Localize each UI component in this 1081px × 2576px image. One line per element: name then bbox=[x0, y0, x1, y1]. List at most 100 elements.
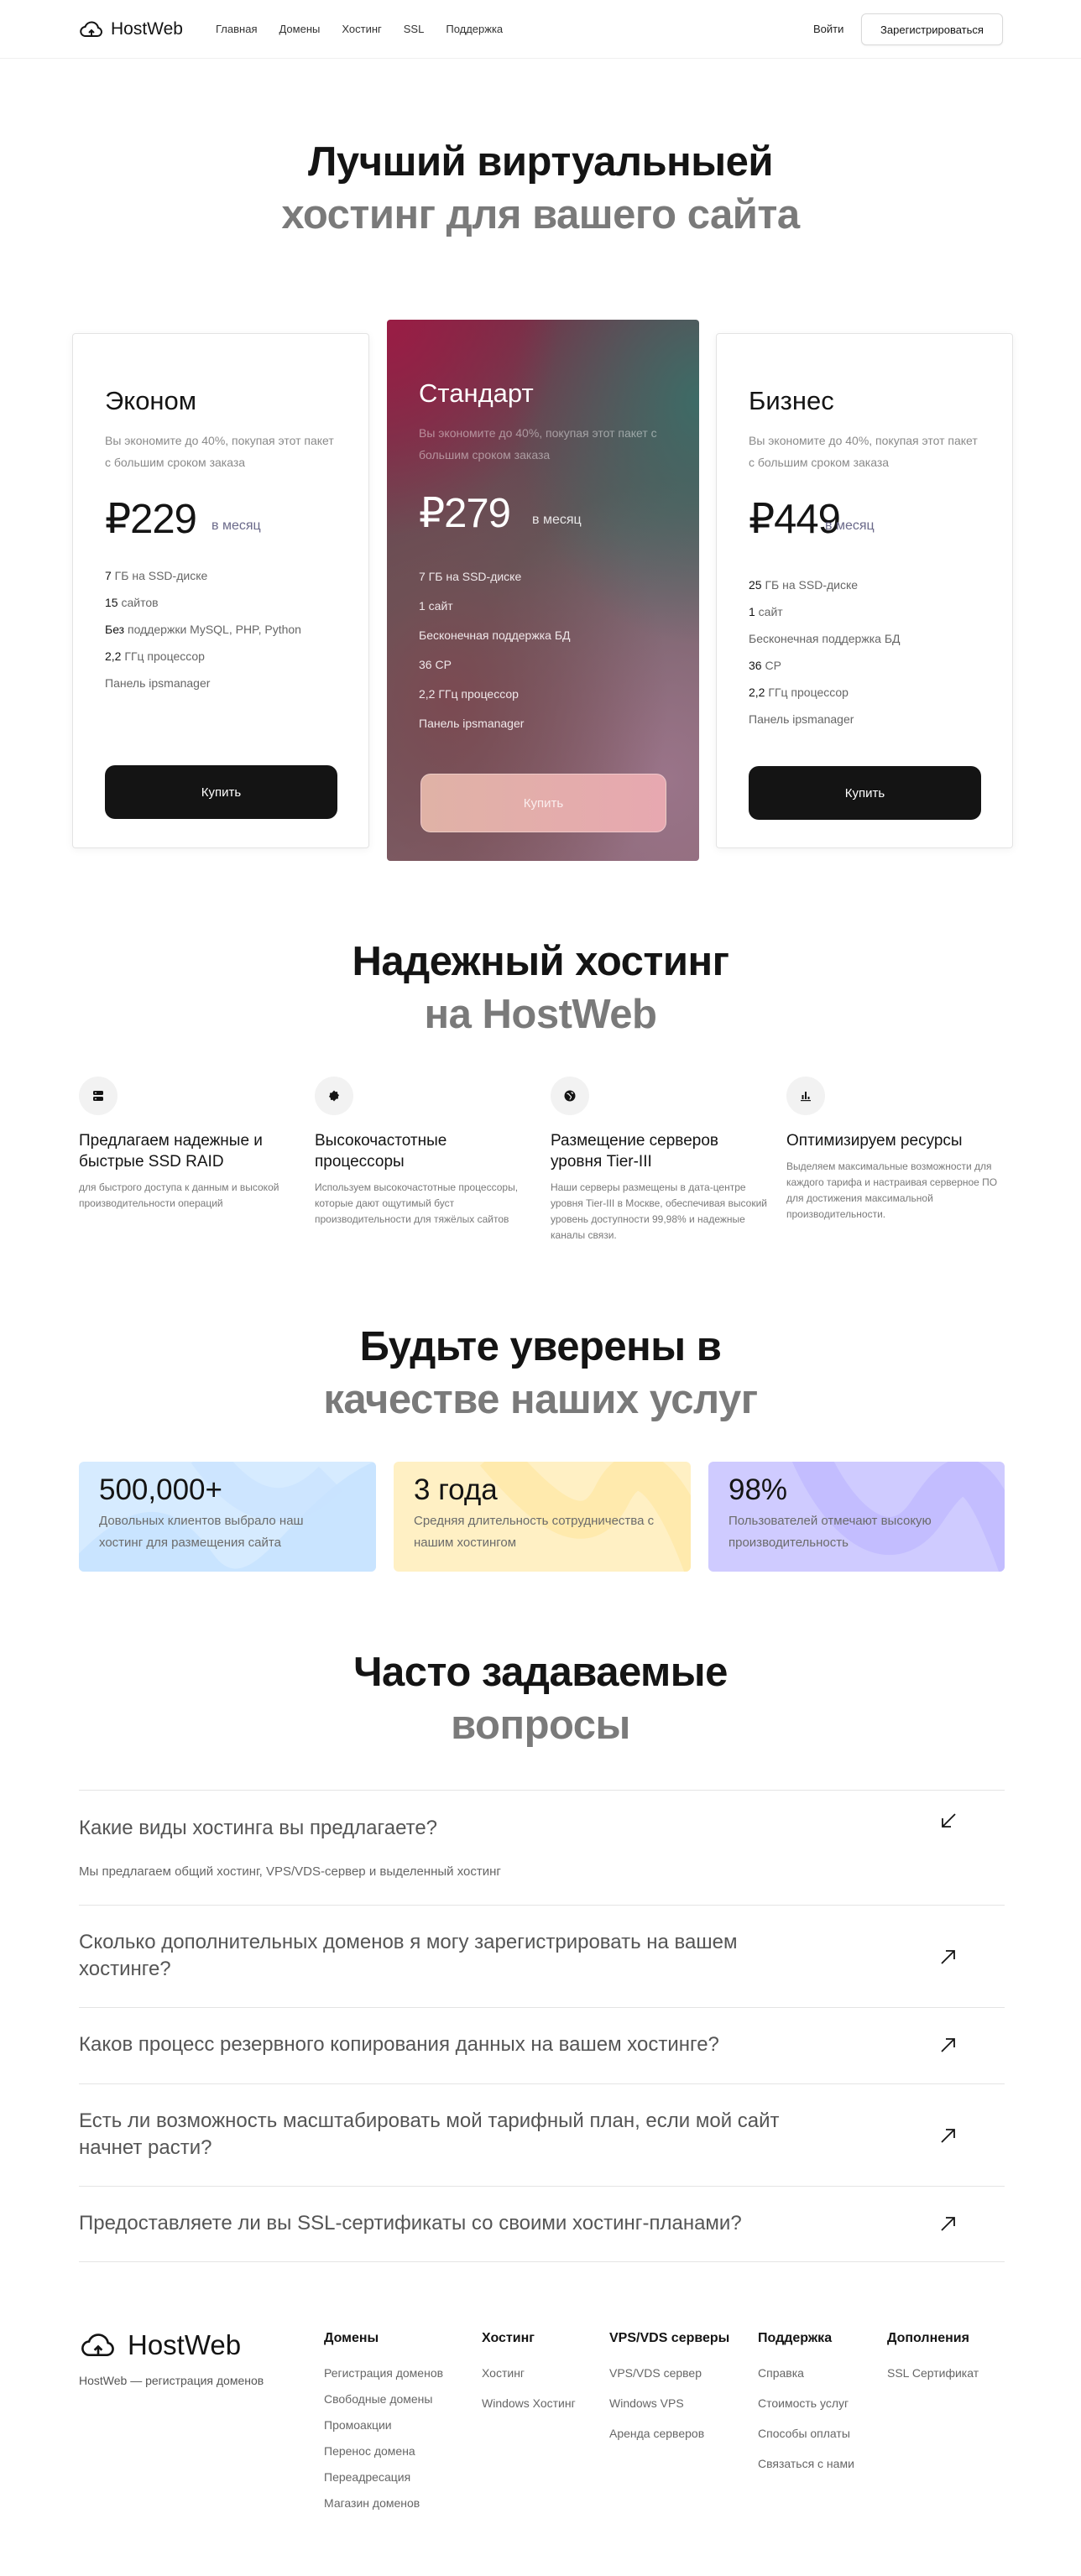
feature-text: Используем высокочастотные процессоры, к… bbox=[315, 1181, 519, 1225]
signup-button[interactable]: Зарегистрироваться bbox=[861, 13, 1003, 45]
plan-features: 25 ГБ на SSD-диске 1 сайт Бесконечная по… bbox=[749, 571, 901, 733]
faq-question[interactable]: Каков процесс резервного копирования дан… bbox=[79, 2031, 834, 2058]
footer-link[interactable]: Переадресация bbox=[324, 2467, 443, 2493]
plan-desc: Вы экономите до 40%, покупая этот пакет … bbox=[749, 434, 978, 469]
buy-button[interactable]: Купить bbox=[105, 765, 337, 819]
feature-ssd: Предлагаем надежные и быстрые SSD RAID д… bbox=[79, 1077, 297, 1212]
plan-feature: 15 сайтов bbox=[105, 596, 159, 609]
quality-title-line2: качестве наших услуг bbox=[323, 1377, 758, 1422]
feature-tier3: Размещение серверов уровня Tier-III Наши… bbox=[551, 1077, 769, 1244]
nav-item-ssl[interactable]: SSL bbox=[404, 23, 425, 35]
faq-divider bbox=[79, 2261, 1005, 2262]
faq-item[interactable]: Предоставляете ли вы SSL-сертификаты со … bbox=[79, 2186, 1005, 2261]
stat-value: 98% bbox=[728, 1473, 788, 1506]
arrow-up-right-icon[interactable] bbox=[939, 2126, 958, 2145]
plan-features: 7 ГБ на SSD-диске 1 сайт Бесконечная под… bbox=[419, 562, 571, 738]
footer-col-title: Домены bbox=[324, 2331, 379, 2345]
plan-card-business: Бизнес Вы экономите до 40%, покупая этот… bbox=[716, 333, 1013, 848]
footer-link[interactable]: Стоимость услуг bbox=[758, 2393, 854, 2423]
reliable-title-line2: на HostWeb bbox=[424, 992, 657, 1037]
arrow-up-right-icon[interactable] bbox=[939, 2214, 958, 2233]
stat-value: 500,000+ bbox=[99, 1473, 222, 1506]
footer-link[interactable]: Справка bbox=[758, 2363, 854, 2393]
footer-link[interactable]: Промоакции bbox=[324, 2415, 443, 2441]
nav-item-domains[interactable]: Домены bbox=[279, 23, 320, 35]
plan-feature: 36 CP bbox=[419, 658, 452, 671]
login-link[interactable]: Войти bbox=[813, 23, 843, 35]
hero-title: Лучший виртуальныей хостинг для вашего с… bbox=[0, 136, 1081, 242]
faq-item[interactable]: Сколько дополнительных доменов я могу за… bbox=[79, 1905, 1005, 2007]
plan-name: Эконом bbox=[105, 386, 197, 415]
server-icon bbox=[93, 1091, 103, 1101]
plan-feature: Без поддержки MySQL, PHP, Python bbox=[105, 623, 301, 636]
faq-title: Часто задаваемые вопросы bbox=[0, 1646, 1081, 1752]
faq-question[interactable]: Есть ли возможность масштабировать мой т… bbox=[79, 2108, 834, 2161]
feature-title: Размещение серверов уровня Tier-III bbox=[551, 1132, 718, 1171]
feature-title: Оптимизируем ресурсы bbox=[786, 1132, 963, 1150]
faq-item[interactable]: Каков процесс резервного копирования дан… bbox=[79, 2007, 1005, 2083]
plan-feature: Панель ipsmanager bbox=[749, 712, 854, 726]
footer-col-addons: Дополнения SSL Сертификат bbox=[887, 2331, 979, 2389]
logo[interactable]: HostWeb bbox=[79, 18, 183, 40]
feature-title: Предлагаем надежные и быстрые SSD RAID bbox=[79, 1132, 263, 1171]
feature-cpu: Высокочастотные процессоры Используем вы… bbox=[315, 1077, 533, 1228]
arrow-up-right-icon[interactable] bbox=[939, 2036, 958, 2054]
plan-period: в месяц bbox=[532, 513, 582, 527]
arrow-down-left-icon[interactable] bbox=[939, 1812, 958, 1830]
footer-link[interactable]: Windows VPS bbox=[609, 2393, 729, 2423]
footer-col-title: Дополнения bbox=[887, 2331, 969, 2345]
footer-link[interactable]: VPS/VDS сервер bbox=[609, 2363, 729, 2393]
faq-item-open[interactable]: Какие виды хостинга вы предлагаете? Мы п… bbox=[79, 1790, 1005, 1905]
faq-question[interactable]: Сколько дополнительных доменов я могу за… bbox=[79, 1929, 834, 1983]
site-header: HostWeb Главная Домены Хостинг SSL Подде… bbox=[0, 0, 1081, 59]
plan-feature: 2,2 ГГц процессор bbox=[749, 686, 849, 699]
buy-button[interactable]: Купить bbox=[420, 774, 666, 832]
plan-feature: 2,2 ГГц процессор bbox=[419, 687, 519, 701]
plan-name: Стандарт bbox=[419, 378, 534, 408]
stat-card-years: 3 года Средняя длительность сотрудничест… bbox=[394, 1462, 691, 1572]
footer-col-hosting: Хостинг Хостинг Windows Хостинг bbox=[482, 2331, 576, 2423]
footer-link[interactable]: Хостинг bbox=[482, 2363, 576, 2393]
brand-name: HostWeb bbox=[111, 19, 183, 39]
plan-desc: Вы экономите до 40%, покупая этот пакет … bbox=[419, 426, 657, 461]
footer-tagline: HostWeb — регистрация доменов bbox=[79, 2374, 264, 2387]
plan-feature: Бесконечная поддержка БД bbox=[749, 632, 901, 645]
plan-name: Бизнес bbox=[749, 386, 834, 415]
nav-item-support[interactable]: Поддержка bbox=[446, 23, 503, 35]
stat-card-performance: 98% Пользователей отмечают высокую произ… bbox=[708, 1462, 1005, 1572]
faq-item[interactable]: Есть ли возможность масштабировать мой т… bbox=[79, 2083, 1005, 2186]
footer-link[interactable]: Регистрация доменов bbox=[324, 2363, 443, 2389]
feature-icon-wrap bbox=[79, 1077, 118, 1115]
feature-title: Высокочастотные процессоры bbox=[315, 1132, 447, 1171]
quality-title: Будьте уверены в качестве наших услуг bbox=[0, 1321, 1081, 1426]
plan-price: ₽229 bbox=[105, 497, 197, 542]
stat-text: Довольных клиентов выбрало наш хостинг д… bbox=[99, 1514, 304, 1550]
footer-link[interactable]: Магазин доменов bbox=[324, 2493, 443, 2519]
plan-feature: 36 CP bbox=[749, 659, 781, 672]
footer-col-title: Поддержка bbox=[758, 2331, 833, 2345]
footer-link[interactable]: Аренда серверов bbox=[609, 2423, 729, 2453]
footer-col-title: Хостинг bbox=[482, 2331, 535, 2345]
faq-title-line2: вопросы bbox=[451, 1703, 630, 1748]
footer-link[interactable]: Связаться с нами bbox=[758, 2453, 854, 2484]
buy-button[interactable]: Купить bbox=[749, 766, 981, 820]
faq-question[interactable]: Предоставляете ли вы SSL-сертификаты со … bbox=[79, 2210, 834, 2237]
footer-col-support: Поддержка Справка Стоимость услуг Способ… bbox=[758, 2331, 854, 2484]
footer-link[interactable]: Windows Хостинг bbox=[482, 2393, 576, 2423]
arrow-up-right-icon[interactable] bbox=[939, 1948, 958, 1966]
footer-link[interactable]: Перенос домена bbox=[324, 2441, 443, 2467]
globe-icon bbox=[564, 1090, 576, 1102]
footer-link[interactable]: Свободные домены bbox=[324, 2389, 443, 2415]
nav-item-home[interactable]: Главная bbox=[216, 23, 257, 35]
stat-value: 3 года bbox=[414, 1473, 498, 1506]
feature-icon-wrap bbox=[786, 1077, 825, 1115]
footer-link[interactable]: Способы оплаты bbox=[758, 2423, 854, 2453]
footer-col-domains: Домены Регистрация доменов Свободные дом… bbox=[324, 2331, 443, 2519]
plan-card-standard: Стандарт Вы экономите до 40%, покупая эт… bbox=[387, 320, 699, 861]
nav-item-hosting[interactable]: Хостинг bbox=[342, 23, 381, 35]
cloud-logo-icon bbox=[80, 21, 102, 37]
footer-link[interactable]: SSL Сертификат bbox=[887, 2363, 979, 2389]
footer-logo[interactable]: HostWeb bbox=[79, 2329, 241, 2361]
faq-question[interactable]: Какие виды хостинга вы предлагаете? bbox=[79, 1815, 834, 1842]
plan-feature: 2,2 ГГц процессор bbox=[105, 649, 205, 663]
